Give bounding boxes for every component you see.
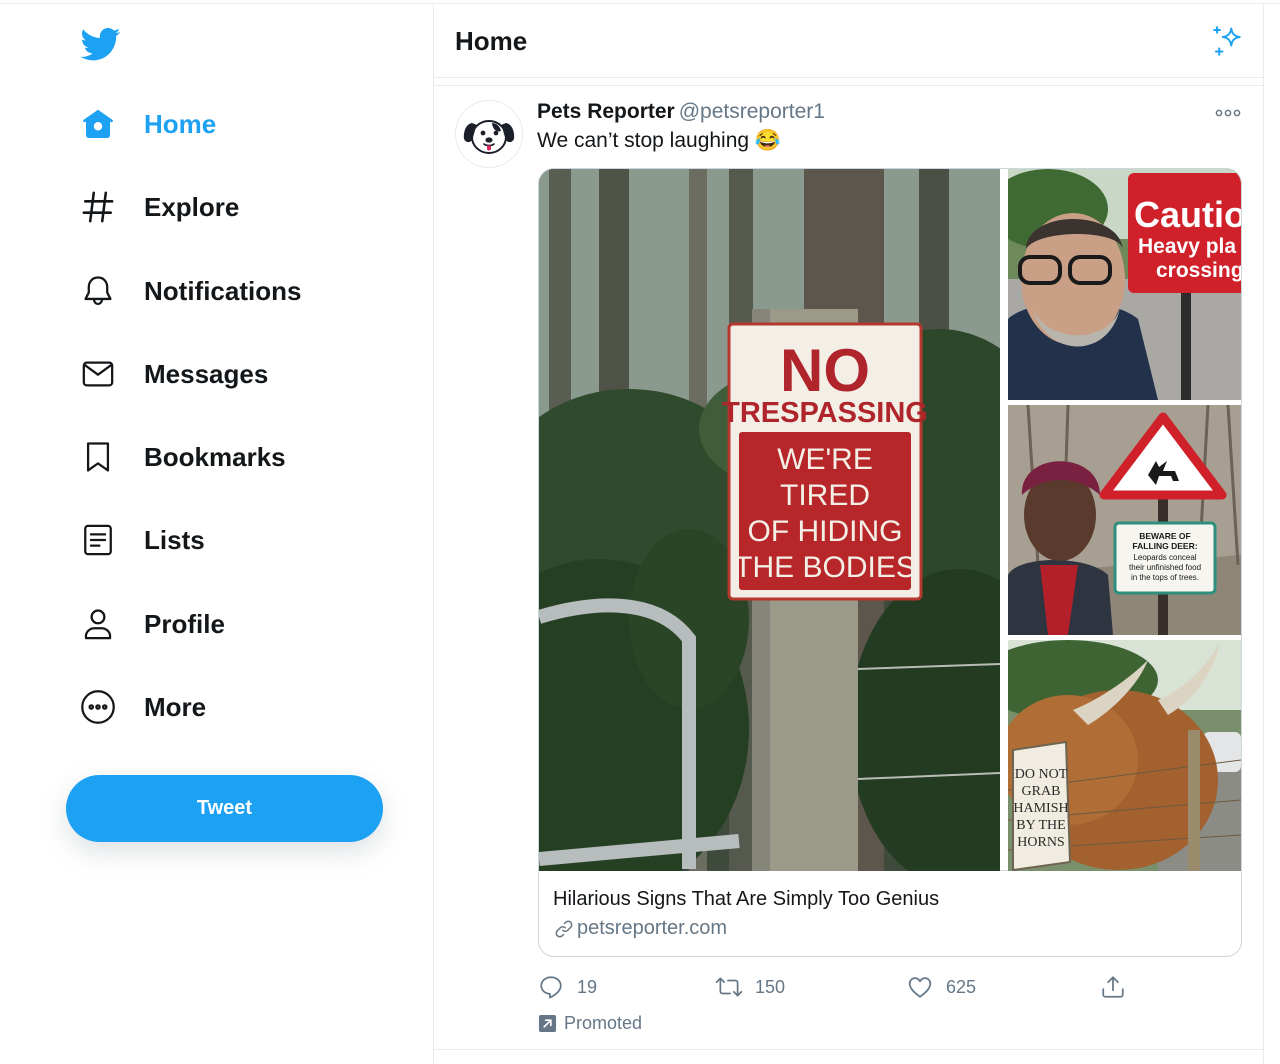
sign-text-line: GRAB	[1022, 784, 1061, 799]
list-icon	[78, 520, 118, 560]
card-meta: Hilarious Signs That Are Simply Too Geni…	[539, 871, 1241, 956]
dog-avatar-icon[interactable]	[455, 100, 523, 168]
sidebar-item-label: Bookmarks	[144, 441, 286, 472]
more-options-icon[interactable]	[1212, 101, 1244, 125]
bell-icon	[78, 271, 118, 311]
sidebar: Home Explore Notifications Messages Book…	[0, 4, 433, 1064]
sign-text-line: in the tops of trees.	[1131, 573, 1199, 582]
tweet-button[interactable]: Tweet	[66, 775, 383, 842]
page-title: Home	[455, 26, 528, 56]
retweet-count: 150	[755, 976, 786, 997]
sidebar-item-bookmarks[interactable]: Bookmarks	[78, 435, 286, 479]
sign-text-line: FALLING DEER:	[1132, 541, 1197, 551]
sidebar-item-label: Profile	[144, 608, 225, 639]
card-title: Hilarious Signs That Are Simply Too Geni…	[553, 888, 940, 910]
sign-text-line: HORNS	[1017, 835, 1064, 850]
envelope-icon	[78, 354, 118, 394]
sidebar-item-lists[interactable]: Lists	[78, 518, 205, 562]
more-circle-icon	[78, 687, 118, 727]
card-media: NO TRESPASSING WE'RE TIRED OF HIDING THE…	[539, 169, 1241, 871]
tweet-text: We can’t stop laughing 😂	[537, 129, 782, 152]
sidebar-item-profile[interactable]: Profile	[78, 602, 225, 646]
retweet-button[interactable]: 150	[715, 967, 785, 1007]
person-icon	[78, 604, 118, 644]
sidebar-item-label: Home	[144, 108, 217, 139]
sign-text-line: NO	[780, 337, 870, 404]
card-image-deer-sign: BEWARE OF FALLING DEER: Leopards conceal…	[1008, 405, 1241, 635]
tweet[interactable]: Pets Reporter @petsreporter1 We can’t sto…	[434, 87, 1263, 1050]
timeline-header: Home	[434, 4, 1263, 78]
retweet-icon	[715, 973, 743, 1001]
sidebar-item-home[interactable]: Home	[78, 102, 216, 146]
link-card[interactable]: NO TRESPASSING WE'RE TIRED OF HIDING THE…	[538, 168, 1242, 957]
sign-text-line: TRESPASSING	[722, 397, 928, 429]
like-count: 625	[946, 976, 977, 997]
sign-text-line: Cautio	[1134, 194, 1241, 235]
twitter-bird-icon[interactable]	[79, 24, 123, 64]
card-image-sign-forest: NO TRESPASSING WE'RE TIRED OF HIDING THE…	[539, 169, 1000, 871]
reply-icon	[537, 973, 565, 1001]
sign-text-line: DO NOT	[1015, 767, 1068, 782]
sidebar-item-notifications[interactable]: Notifications	[78, 269, 301, 313]
sidebar-item-label: Explore	[144, 191, 240, 222]
author-handle[interactable]: @petsreporter1	[679, 100, 825, 123]
sign-text-line: BY THE	[1016, 818, 1065, 833]
sign-text-line: crossing	[1156, 259, 1241, 282]
sign-text-line: WE'RE	[777, 443, 873, 476]
sign-text-line: Heavy pla	[1138, 235, 1236, 258]
sign-text-line: Leopards conceal	[1133, 553, 1196, 562]
author-name[interactable]: Pets Reporter	[537, 100, 675, 123]
sidebar-item-label: Notifications	[144, 275, 302, 306]
hashtag-icon	[78, 187, 118, 227]
card-image-caution: Cautio Heavy pla crossing	[1008, 169, 1241, 400]
tweet-author: Pets Reporter @petsreporter1	[537, 100, 825, 124]
sign-text-line: their unfinished food	[1129, 563, 1201, 572]
card-image-highland-cow: DO NOT GRAB HAMISH BY THE HORNS	[1008, 640, 1241, 871]
reply-count: 19	[577, 976, 598, 997]
reply-button[interactable]: 19	[537, 967, 597, 1007]
like-button[interactable]: 625	[906, 967, 976, 1007]
sign-text-line: TIRED	[780, 479, 870, 512]
sparkle-icon[interactable]	[1207, 22, 1247, 62]
share-button[interactable]	[1099, 967, 1127, 1007]
promoted-icon	[537, 1014, 557, 1034]
share-icon	[1099, 973, 1127, 1001]
header-divider	[434, 78, 1263, 86]
card-link[interactable]: petsreporter.com	[553, 917, 727, 940]
sign-text-line: BEWARE OF	[1139, 531, 1190, 541]
bookmark-icon	[78, 437, 118, 477]
main-timeline: Home Pets Reporter @petsreporter1 We can…	[433, 4, 1264, 1064]
promoted-text: Promoted	[564, 1013, 643, 1033]
heart-icon	[906, 973, 934, 1001]
sign-text-line: HAMISH	[1013, 801, 1068, 816]
sidebar-item-label: Lists	[144, 524, 205, 555]
sidebar-item-messages[interactable]: Messages	[78, 352, 268, 396]
sign-text-line: THE BODIES	[734, 551, 916, 584]
sidebar-item-label: More	[144, 691, 207, 722]
sign-text-line: OF HIDING	[748, 515, 903, 548]
link-icon	[553, 918, 575, 940]
sidebar-item-more[interactable]: More	[78, 685, 206, 729]
sidebar-item-explore[interactable]: Explore	[78, 185, 239, 229]
sidebar-item-label: Messages	[144, 358, 269, 389]
card-domain: petsreporter.com	[577, 917, 728, 939]
home-icon	[78, 104, 118, 144]
promoted-label: Promoted	[537, 1013, 642, 1034]
tweet-actions: 19 150 625	[537, 967, 1137, 1007]
